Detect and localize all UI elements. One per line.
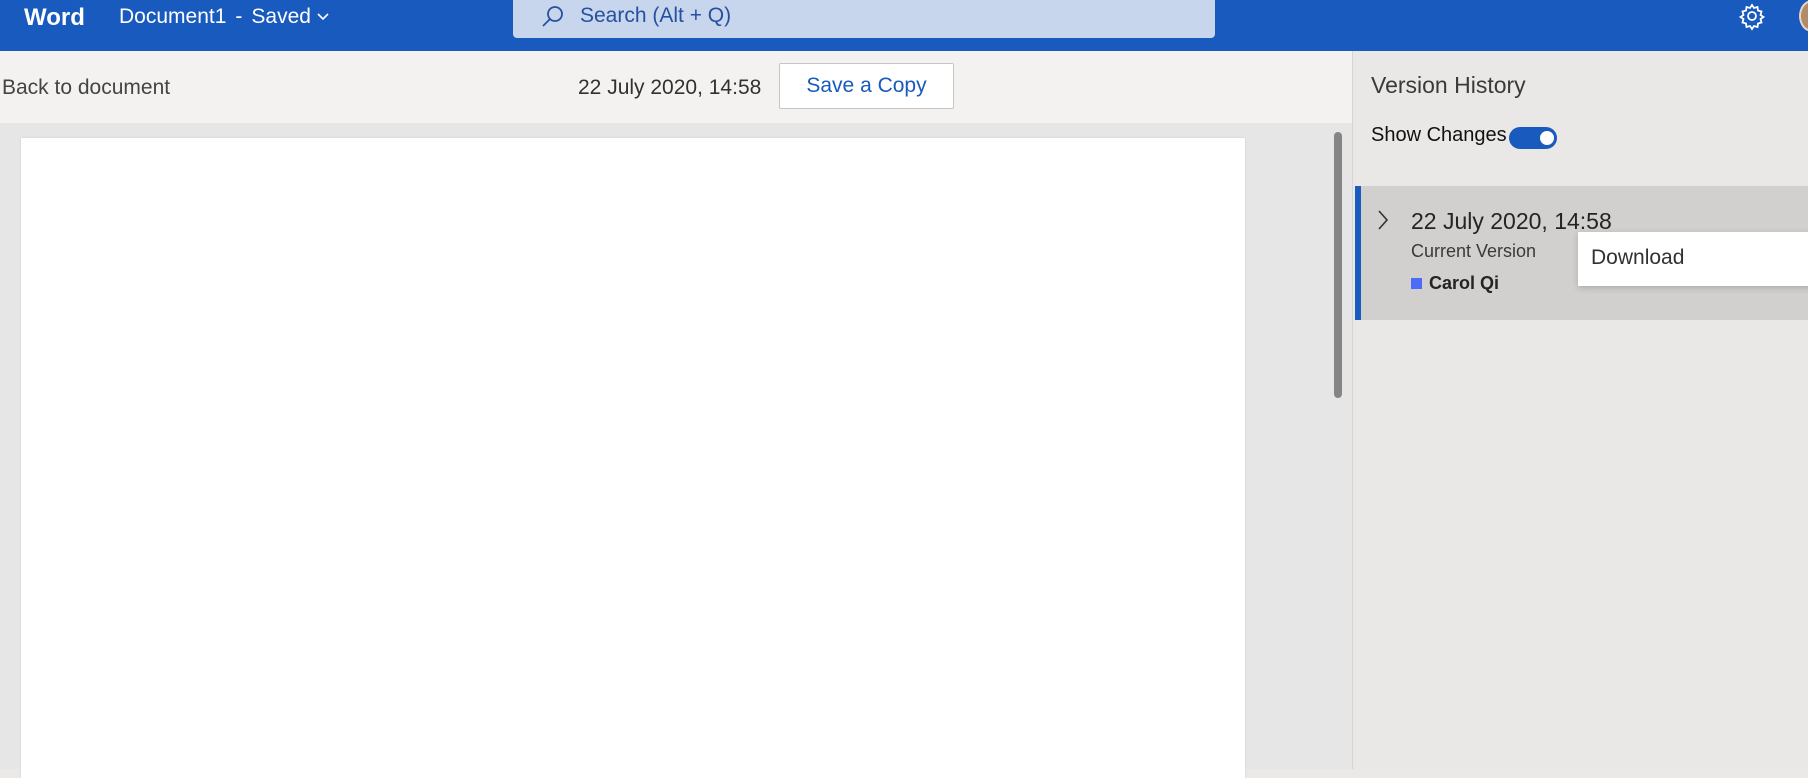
document-name: Document1 bbox=[119, 5, 227, 28]
viewed-version-date: 22 July 2020, 14:58 bbox=[578, 76, 762, 99]
vertical-scrollbar[interactable] bbox=[1334, 132, 1342, 398]
document-page[interactable] bbox=[21, 138, 1245, 778]
search-box[interactable]: Search (Alt + Q) bbox=[513, 0, 1215, 38]
version-history-pane: Version History Show Changes 22 July 202… bbox=[1352, 51, 1808, 769]
version-history-title: Version History bbox=[1371, 72, 1526, 98]
version-toolbar: Back to document 22 July 2020, 14:58 Sav… bbox=[0, 51, 1352, 123]
document-title-menu[interactable]: Document1 - Saved bbox=[119, 5, 329, 29]
app-name[interactable]: Word bbox=[24, 4, 85, 32]
save-status: Saved bbox=[251, 5, 311, 28]
document-canvas bbox=[0, 123, 1352, 778]
toggle-knob bbox=[1540, 131, 1554, 145]
version-context-menu: Download bbox=[1578, 232, 1808, 286]
show-changes-label: Show Changes bbox=[1371, 124, 1507, 146]
avatar[interactable] bbox=[1799, 0, 1808, 32]
version-author: Carol Qi bbox=[1411, 273, 1499, 294]
search-placeholder: Search (Alt + Q) bbox=[580, 4, 732, 27]
search-icon bbox=[539, 3, 567, 36]
author-color-swatch bbox=[1411, 278, 1422, 289]
chevron-down-icon bbox=[317, 13, 329, 21]
chevron-right-icon[interactable] bbox=[1376, 209, 1390, 236]
back-to-document-link[interactable]: Back to document bbox=[2, 76, 170, 100]
author-name: Carol Qi bbox=[1429, 273, 1500, 293]
title-separator: - bbox=[235, 5, 243, 28]
gear-icon[interactable] bbox=[1737, 1, 1767, 36]
show-changes-toggle[interactable] bbox=[1509, 127, 1557, 149]
title-bar: Word Document1 - Saved Search (Alt + Q) bbox=[0, 0, 1808, 51]
version-label: Current Version bbox=[1411, 241, 1537, 261]
download-menu-item[interactable]: Download bbox=[1591, 246, 1684, 270]
version-date: 22 July 2020, 14:58 bbox=[1411, 208, 1612, 234]
save-a-copy-button[interactable]: Save a Copy bbox=[779, 63, 954, 109]
